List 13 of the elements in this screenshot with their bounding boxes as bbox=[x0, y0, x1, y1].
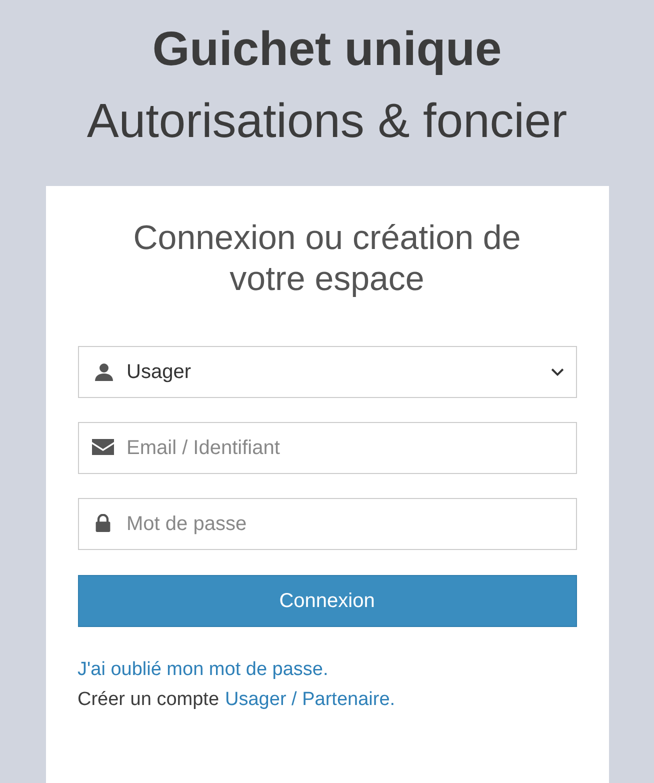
login-button[interactable]: Connexion bbox=[78, 575, 576, 627]
create-account-link[interactable]: Usager / Partenaire. bbox=[225, 685, 396, 715]
account-type-select[interactable]: Usager bbox=[78, 346, 576, 398]
create-account-text: Créer un compte bbox=[78, 688, 220, 712]
forgot-password-link[interactable]: J'ai oublié mon mot de passe. bbox=[78, 655, 328, 685]
chevron-down-icon bbox=[550, 368, 564, 376]
page-title: Guichet unique bbox=[152, 22, 502, 78]
email-field[interactable]: Email / Identifiant bbox=[78, 422, 576, 474]
card-heading: Connexion ou création de votre espace bbox=[132, 218, 522, 300]
user-icon bbox=[92, 362, 114, 382]
envelope-icon bbox=[92, 438, 114, 456]
password-field[interactable]: Mot de passe bbox=[78, 498, 576, 550]
page-subtitle: Autorisations & foncier bbox=[86, 94, 568, 150]
